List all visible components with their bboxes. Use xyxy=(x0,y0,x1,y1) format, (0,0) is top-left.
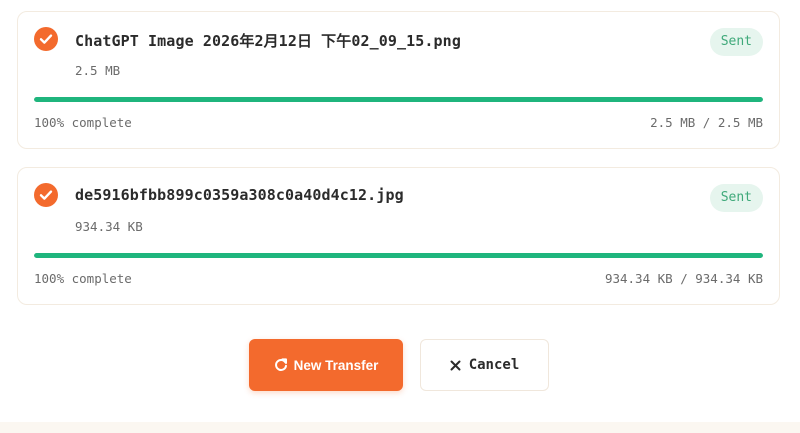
check-circle-icon xyxy=(34,183,58,207)
close-icon xyxy=(450,360,461,371)
new-transfer-label: New Transfer xyxy=(293,357,379,373)
progress-label: 100% complete xyxy=(34,271,132,286)
check-circle-icon xyxy=(34,27,58,51)
progress-fill xyxy=(34,253,763,258)
progress-bytes: 934.34 KB / 934.34 KB xyxy=(604,271,763,286)
status-badge: Sent xyxy=(709,28,763,56)
file-name: ChatGPT Image 2026年2月12日 下午02_09_15.png xyxy=(75,32,461,50)
status-badge: Sent xyxy=(709,184,763,212)
new-transfer-button[interactable]: New Transfer xyxy=(249,339,403,391)
file-size: 2.5 MB xyxy=(75,63,121,78)
transfer-page: ChatGPT Image 2026年2月12日 下午02_09_15.png … xyxy=(0,0,800,433)
progress-fill xyxy=(34,97,763,102)
progress-bar xyxy=(34,97,763,102)
file-size: 934.34 KB xyxy=(75,219,143,234)
cancel-button[interactable]: Cancel xyxy=(420,339,549,391)
progress-bar xyxy=(34,253,763,258)
refresh-icon xyxy=(274,358,288,372)
progress-bytes: 2.5 MB / 2.5 MB xyxy=(650,115,763,130)
footer-band xyxy=(0,422,800,433)
file-name: de5916bfbb899c0359a308c0a40d4c12.jpg xyxy=(75,186,404,204)
transfer-card: de5916bfbb899c0359a308c0a40d4c12.jpg 934… xyxy=(17,167,780,305)
transfer-card: ChatGPT Image 2026年2月12日 下午02_09_15.png … xyxy=(17,11,780,149)
progress-label: 100% complete xyxy=(34,115,132,130)
cancel-label: Cancel xyxy=(468,357,520,373)
